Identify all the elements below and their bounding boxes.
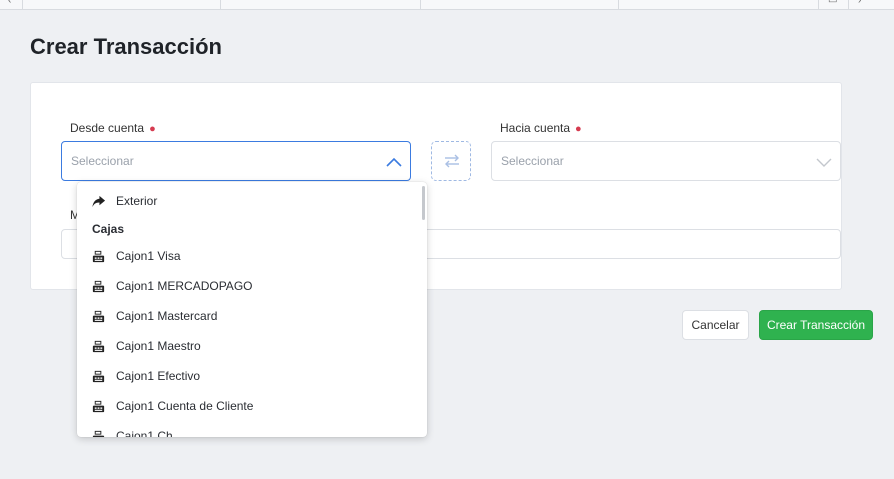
dropdown-scrollbar[interactable] [422,186,425,220]
option-item[interactable]: Cajon1 Mastercard [77,301,422,331]
cash-register-icon [92,430,105,437]
required-indicator: ● [575,123,582,135]
option-item[interactable]: Cajon1 Cuenta de Cliente [77,391,422,421]
option-label: Cajon1 Efectivo [116,369,201,383]
option-item[interactable]: Cajon1 Ch... [77,421,422,437]
cancel-button[interactable]: Cancelar [682,310,749,340]
option-label: Cajon1 Cuenta de Cliente [116,399,254,413]
to-account-placeholder: Seleccionar [501,154,564,168]
group-label-cajas: Cajas [92,222,125,236]
option-item[interactable]: Cajon1 MERCADOPAGO [77,271,422,301]
option-exterior[interactable]: Exterior [77,186,422,216]
from-account-placeholder: Seleccionar [71,154,134,168]
option-label: Cajon1 Maestro [116,339,201,353]
option-label: Cajon1 Ch... [116,429,183,437]
cash-register-icon [92,400,105,413]
to-account-label: Hacia cuenta ● [500,121,582,135]
from-account-dropdown[interactable]: Exterior Cajas Cajon1 Visa Cajon1 MERCADO… [77,182,427,437]
cash-register-icon [92,370,105,383]
required-indicator: ● [149,123,156,135]
option-item[interactable]: Cajon1 Efectivo [77,361,422,391]
forward-icon[interactable]: › [858,0,861,6]
from-account-select[interactable]: Seleccionar [61,141,411,181]
cash-register-icon [92,280,105,293]
create-transaction-button[interactable]: Crear Transacción [759,310,873,340]
chevron-down-icon[interactable] [814,152,834,172]
swap-arrows-icon [445,154,459,168]
calendar-icon[interactable]: ▭ [828,0,837,6]
option-item[interactable]: Cajon1 Maestro [77,331,422,361]
option-label: Cajon1 MERCADOPAGO [116,279,253,293]
page-title: Crear Transacción [30,34,222,59]
option-label: Cajon1 Mastercard [116,309,218,323]
chevron-up-icon[interactable] [384,152,404,172]
back-icon[interactable]: ‹ [8,0,11,6]
to-account-select[interactable]: Seleccionar [491,141,841,181]
share-arrow-icon [92,195,106,208]
option-item[interactable]: Cajon1 Visa [77,241,422,271]
swap-accounts-button[interactable] [431,141,471,181]
option-label: Cajon1 Visa [116,249,181,263]
cash-register-icon [92,250,105,263]
from-account-label: Desde cuenta ● [70,121,156,135]
top-toolbar: ‹ ▭ › [0,0,894,10]
cash-register-icon [92,310,105,323]
cash-register-icon [92,340,105,353]
